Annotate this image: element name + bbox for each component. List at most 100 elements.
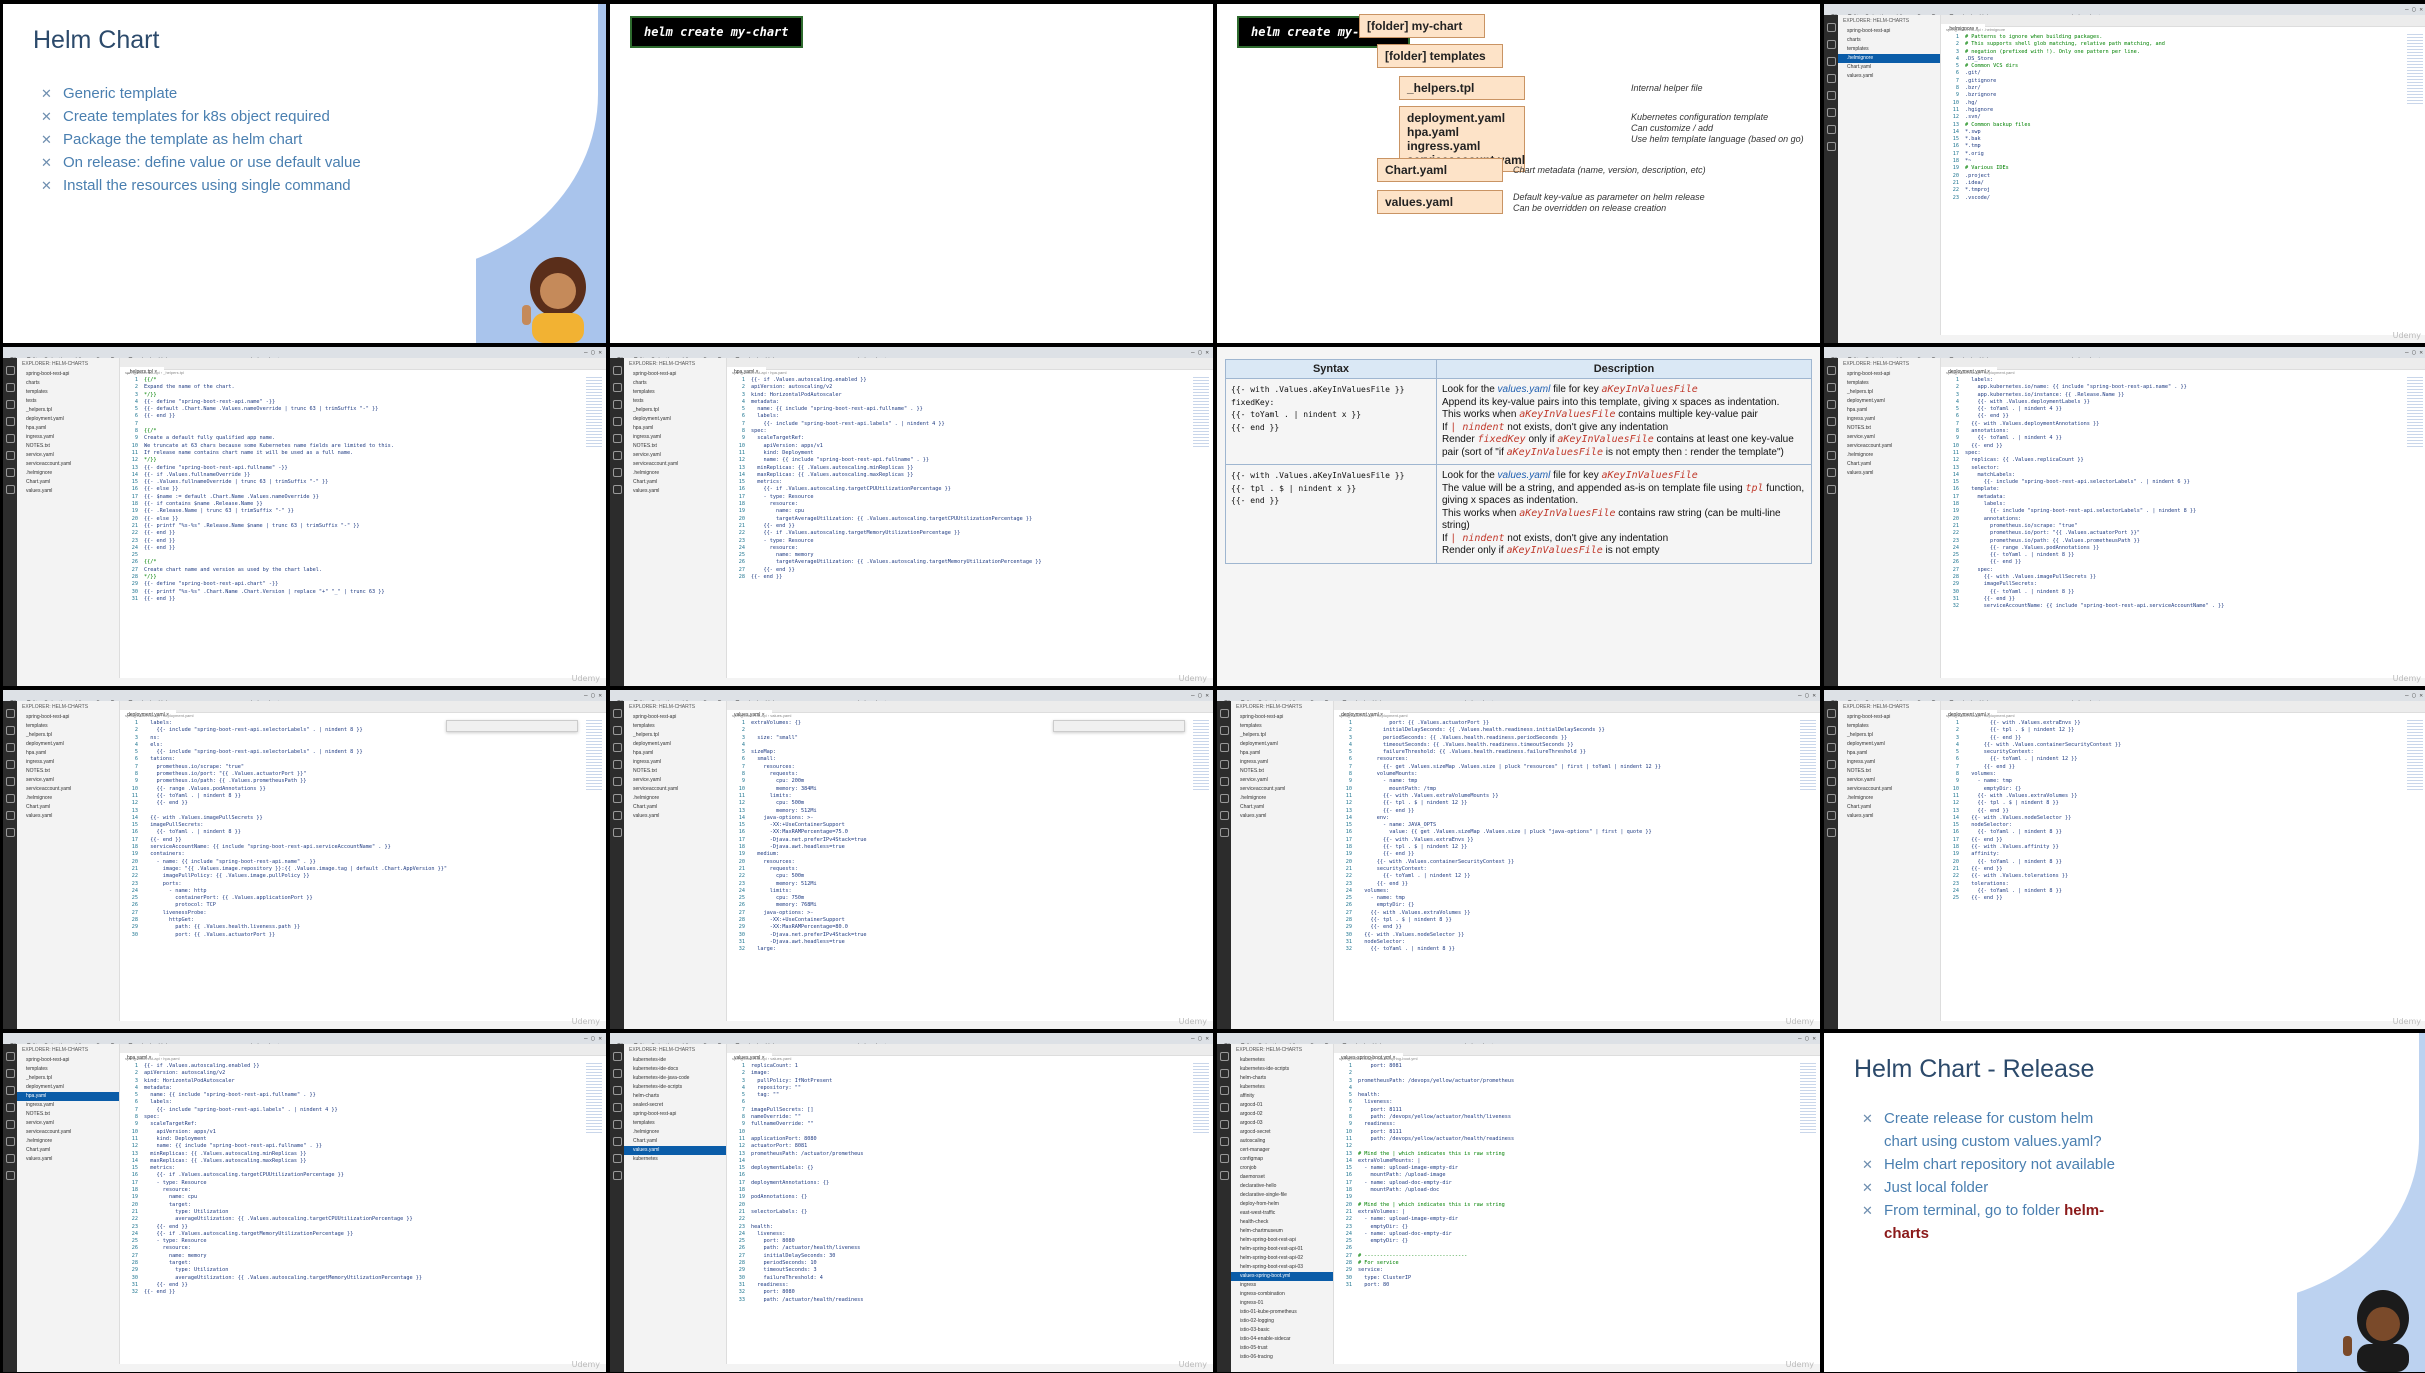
extensions-icon[interactable] [1826, 777, 1836, 786]
explorer-item[interactable]: hpa.yaml [1231, 749, 1333, 758]
explorer-icon[interactable] [1826, 709, 1836, 718]
explorer-item[interactable]: helm-spring-boot-rest-api-01 [1231, 1245, 1333, 1254]
account-icon[interactable] [1826, 811, 1836, 820]
kubernetes-icon[interactable] [5, 1137, 15, 1146]
explorer-item[interactable]: istio-02-logging [1231, 1317, 1333, 1326]
explorer-item[interactable]: ingress.yaml [17, 758, 119, 767]
explorer-item[interactable]: .helmignore [1231, 794, 1333, 803]
gear-icon[interactable] [5, 1171, 15, 1180]
code-editor[interactable]: 1 {{/* 2 Expand the name of the chart. 3 */}}… [120, 377, 582, 678]
explorer-item[interactable]: spring-boot-rest-api [624, 370, 726, 379]
explorer-icon[interactable] [612, 709, 622, 718]
code-editor[interactable]: 1 {{- if .Values.autoscaling.enabled }} 2 a… [727, 377, 1189, 678]
gear-icon[interactable] [1219, 1171, 1229, 1180]
source-control-icon[interactable] [612, 743, 622, 752]
kubernetes-icon[interactable] [1826, 451, 1836, 460]
run-icon[interactable] [1826, 74, 1836, 83]
explorer-item[interactable]: ingress.yaml [1838, 415, 1940, 424]
explorer-item[interactable]: helm-chartmuseum [1231, 1227, 1333, 1236]
search-icon[interactable] [1826, 726, 1836, 735]
search-icon[interactable] [5, 383, 15, 392]
search-icon[interactable] [612, 726, 622, 735]
code-editor[interactable]: 1 port: {{ .Values.actuatorPort }} 2 init… [1334, 720, 1796, 1021]
window-controls[interactable]: — ▢ ✕ [2405, 349, 2423, 356]
explorer-item[interactable]: _helpers.tpl [624, 406, 726, 415]
kubernetes-icon[interactable] [612, 794, 622, 803]
explorer-item[interactable]: deployment.yaml [1838, 740, 1940, 749]
explorer-item[interactable]: service.yaml [624, 776, 726, 785]
code-editor[interactable]: 1 extraVolumes: {} 2 3 size: "small" 4 5 sizeM… [727, 720, 1189, 1021]
explorer-item[interactable]: values.yaml [1838, 72, 1940, 81]
explorer-item[interactable]: hpa.yaml [17, 424, 119, 433]
explorer-item[interactable]: declarative-hello [1231, 1182, 1333, 1191]
explorer-item[interactable]: deploy-from-helm [1231, 1200, 1333, 1209]
search-icon[interactable] [1826, 40, 1836, 49]
explorer-item[interactable]: deployment.yaml [624, 740, 726, 749]
explorer-item[interactable]: istio-05-trust [1231, 1344, 1333, 1353]
kubernetes-icon[interactable] [612, 451, 622, 460]
explorer-item[interactable]: kubernetes-ide-scripts [1231, 1065, 1333, 1074]
kubernetes-icon[interactable] [612, 1137, 622, 1146]
explorer-item[interactable]: configmap [1231, 1155, 1333, 1164]
source-control-icon[interactable] [612, 400, 622, 409]
explorer-item[interactable]: helm-charts [624, 1092, 726, 1101]
explorer-item[interactable]: hpa.yaml [17, 1092, 119, 1101]
kubernetes-icon[interactable] [1219, 1137, 1229, 1146]
explorer-item[interactable]: charts [1838, 36, 1940, 45]
explorer-item[interactable]: templates [17, 722, 119, 731]
explorer-item[interactable]: values.yaml [17, 487, 119, 496]
kubernetes-icon[interactable] [1826, 108, 1836, 117]
gear-icon[interactable] [1826, 142, 1836, 151]
explorer-item[interactable]: kubernetes-ide-docs [624, 1065, 726, 1074]
search-icon[interactable] [612, 1069, 622, 1078]
explorer-item[interactable]: ingress.yaml [1838, 758, 1940, 767]
source-control-icon[interactable] [1219, 1086, 1229, 1095]
explorer-item[interactable]: values-spring-boot.yml [1231, 1272, 1333, 1281]
explorer-item[interactable]: kubernetes-ide [624, 1056, 726, 1065]
explorer-item[interactable]: serviceaccount.yaml [17, 1128, 119, 1137]
window-controls[interactable]: — ▢ ✕ [1798, 692, 1816, 699]
extensions-icon[interactable] [1826, 91, 1836, 100]
run-icon[interactable] [1219, 1103, 1229, 1112]
explorer-icon[interactable] [612, 1052, 622, 1061]
gear-icon[interactable] [5, 828, 15, 837]
explorer-item[interactable]: values.yaml [17, 1155, 119, 1164]
explorer-item[interactable]: .helmignore [17, 469, 119, 478]
explorer-item[interactable]: .helmignore [17, 1137, 119, 1146]
account-icon[interactable] [1826, 125, 1836, 134]
gear-icon[interactable] [5, 485, 15, 494]
explorer-item[interactable]: kubernetes [1231, 1056, 1333, 1065]
explorer-item[interactable]: templates [17, 1065, 119, 1074]
account-icon[interactable] [1219, 1154, 1229, 1163]
source-control-icon[interactable] [5, 1086, 15, 1095]
explorer-item[interactable]: declarative-single-file [1231, 1191, 1333, 1200]
run-icon[interactable] [5, 417, 15, 426]
extensions-icon[interactable] [612, 1120, 622, 1129]
explorer-item[interactable]: NOTES.txt [1838, 767, 1940, 776]
explorer-item[interactable]: charts [17, 379, 119, 388]
explorer-item[interactable]: istio-03-basic [1231, 1326, 1333, 1335]
explorer-item[interactable]: serviceaccount.yaml [1838, 785, 1940, 794]
explorer-item[interactable]: Chart.yaml [1838, 460, 1940, 469]
explorer-item[interactable]: service.yaml [1838, 433, 1940, 442]
kubernetes-icon[interactable] [5, 794, 15, 803]
search-icon[interactable] [1219, 726, 1229, 735]
explorer-item[interactable]: _helpers.tpl [17, 731, 119, 740]
explorer-icon[interactable] [5, 366, 15, 375]
explorer-item[interactable]: istio-04-enable-sidecar [1231, 1335, 1333, 1344]
extensions-icon[interactable] [612, 434, 622, 443]
explorer-item[interactable]: affinity [1231, 1092, 1333, 1101]
gear-icon[interactable] [1826, 828, 1836, 837]
explorer-item[interactable]: cronjob [1231, 1164, 1333, 1173]
explorer-item[interactable]: Chart.yaml [17, 803, 119, 812]
explorer-item[interactable]: .helmignore [624, 469, 726, 478]
explorer-item[interactable]: kubernetes-ide-scripts [624, 1083, 726, 1092]
extensions-icon[interactable] [612, 777, 622, 786]
explorer-item[interactable]: templates [624, 388, 726, 397]
explorer-item[interactable]: _helpers.tpl [1838, 731, 1940, 740]
explorer-item[interactable]: argocd-secret [1231, 1128, 1333, 1137]
explorer-item[interactable]: templates [624, 722, 726, 731]
explorer-icon[interactable] [5, 709, 15, 718]
run-icon[interactable] [5, 760, 15, 769]
extensions-icon[interactable] [5, 1120, 15, 1129]
